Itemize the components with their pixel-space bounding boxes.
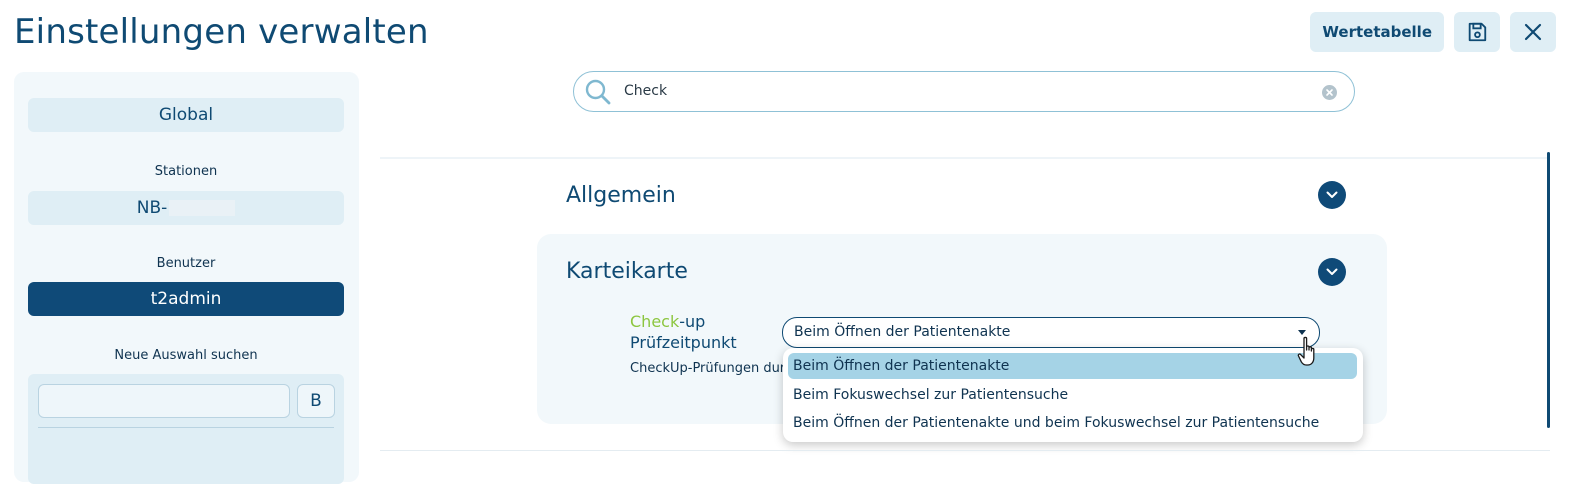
benutzer-heading: Benutzer [156, 256, 216, 271]
scrollbar[interactable] [1547, 152, 1550, 428]
hand-cursor-icon [1297, 336, 1315, 366]
expand-karteikarte-button[interactable] [1318, 258, 1346, 286]
page-title: Einstellungen verwalten [14, 12, 429, 52]
settings-search-field[interactable]: Check [573, 71, 1355, 112]
neue-auswahl-heading: Neue Auswahl suchen [114, 348, 258, 363]
header-actions: Wertetabelle [1310, 12, 1556, 52]
expand-allgemein-button[interactable] [1318, 181, 1346, 209]
b-button[interactable]: B [297, 384, 335, 418]
setting-label: Check-up Prüfzeitpunkt [630, 311, 737, 353]
search-icon [585, 79, 611, 105]
checkup-time-select[interactable]: Beim Öffnen der Patientenakte [782, 317, 1320, 348]
close-icon [1524, 23, 1542, 41]
dropdown-option[interactable]: Beim Öffnen der Patientenakte [788, 353, 1357, 379]
content-divider-bottom [380, 450, 1550, 451]
content-divider [380, 157, 1550, 159]
station-value: NB- [136, 198, 168, 218]
dropdown-option[interactable]: Beim Fokuswechsel zur Patientensuche [788, 382, 1068, 408]
redacted-area [169, 200, 236, 216]
chevron-down-icon [1326, 191, 1338, 198]
close-button[interactable] [1510, 12, 1556, 52]
neue-auswahl-input[interactable] [38, 384, 290, 418]
stationen-heading: Stationen [154, 164, 218, 179]
wertetabelle-button[interactable]: Wertetabelle [1310, 12, 1444, 52]
divider [38, 427, 334, 428]
benutzer-button[interactable]: t2admin [28, 282, 344, 316]
select-value: Beim Öffnen der Patientenakte [794, 324, 1011, 340]
search-value: Check [624, 83, 668, 99]
dropdown-option[interactable]: Beim Öffnen der Patientenakte und beim F… [788, 410, 1319, 436]
setting-description: CheckUp-Prüfungen durc [630, 361, 785, 376]
save-icon [1468, 22, 1487, 42]
dropdown-menu: Beim Öffnen der Patientenakte Beim Fokus… [783, 348, 1363, 442]
label-highlight: Check [630, 312, 680, 331]
section-title-allgemein[interactable]: Allgemein [566, 183, 676, 208]
label-line2: Prüfzeitpunkt [630, 333, 737, 352]
section-title-karteikarte[interactable]: Karteikarte [566, 259, 688, 284]
clear-icon[interactable] [1322, 85, 1337, 100]
neue-auswahl-panel: B [28, 374, 344, 484]
global-button[interactable]: Global [28, 98, 344, 132]
chevron-down-icon [1326, 268, 1338, 275]
label-rest: -up [679, 312, 706, 331]
station-button[interactable]: NB- [28, 191, 344, 225]
save-button[interactable] [1454, 12, 1500, 52]
sidebar: Global Stationen NB- Benutzer t2admin Ne… [14, 72, 359, 484]
